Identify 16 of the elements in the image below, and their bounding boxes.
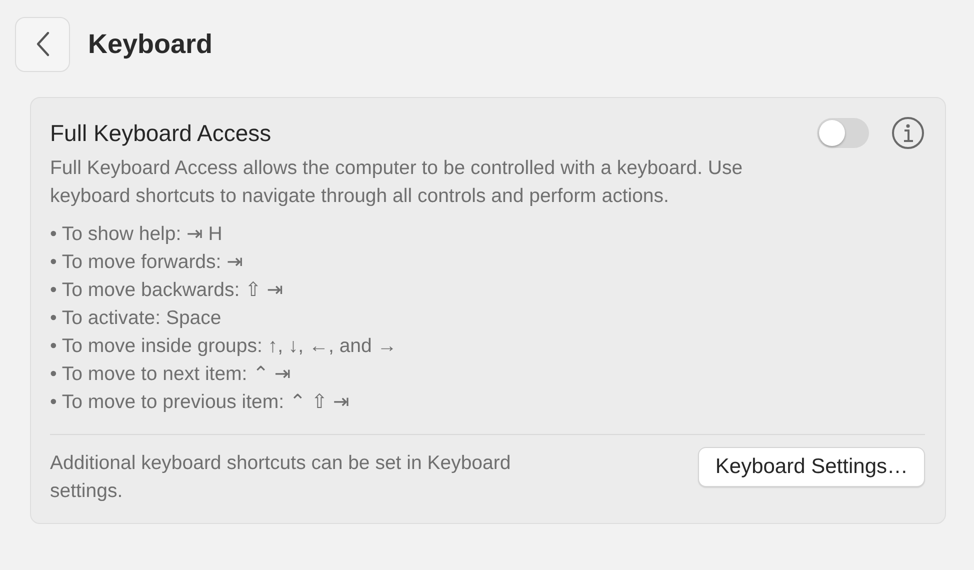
toggle-switch[interactable] [817,118,869,148]
shortcut-item: • To activate: Space [50,306,222,331]
shortcut-item: • To move backwards: ⇧ ⇥ [50,278,284,303]
shortcut-item: • To show help: ⇥ H [50,222,224,247]
shortcut-item: • To move forwards: ⇥ [50,250,244,275]
chevron-left-icon [36,31,50,57]
footer-note: Additional keyboard shortcuts can be set in Keyboard settings. [50,451,512,504]
shortcut-item: • To move inside groups: ↑, ↓, ←, and → [50,334,398,359]
description-text: Full Keyboard Access allows the computer to be controlled with a keyboard. Use keyboard shortcuts to navigate through all controls and perform actions. [50,156,744,209]
keyboard-settings-button[interactable]: Keyboard Settings… [698,447,925,487]
info-icon[interactable] [891,116,925,150]
shortcut-item: • To move to next item: ⌃ ⇥ [50,362,292,387]
section-title: Full Keyboard Access [50,120,272,146]
page-title: Keyboard [88,28,213,60]
shortcut-item: • To move to previous item: ⌃ ⇧ ⇥ [50,390,350,415]
back-button[interactable] [15,16,70,72]
